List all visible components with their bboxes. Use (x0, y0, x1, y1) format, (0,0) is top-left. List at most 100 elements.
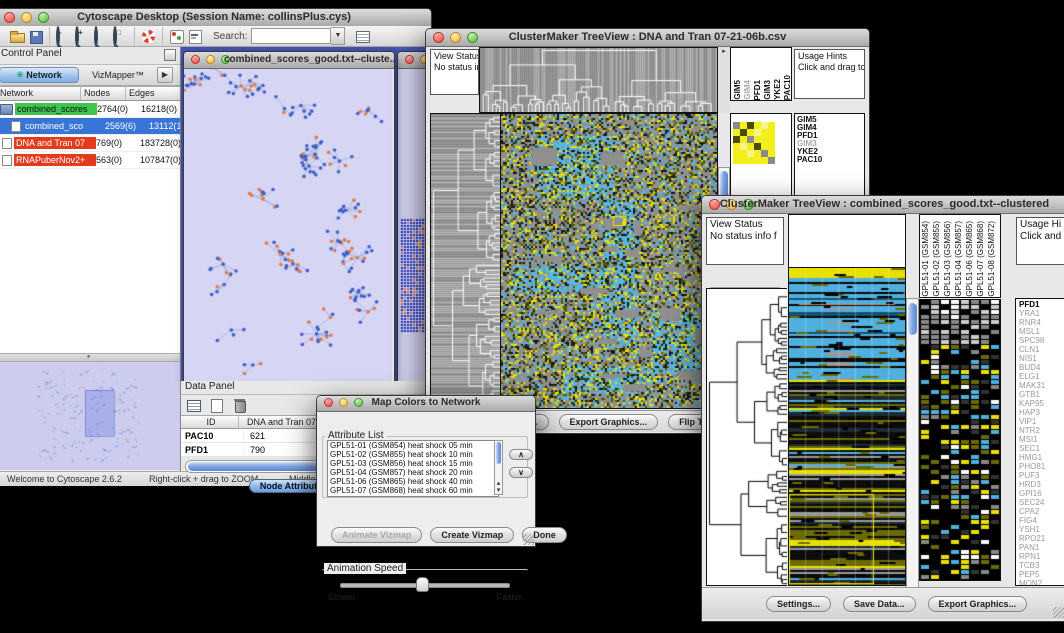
mini-heatmap-cell[interactable] (733, 136, 740, 143)
gene-label[interactable]: VIP1 (1019, 417, 1064, 426)
col-edges[interactable]: Edges (126, 87, 180, 100)
main-titlebar[interactable]: Cytoscape Desktop (Session Name: collins… (0, 9, 431, 27)
mini-heatmap-cell[interactable] (747, 157, 754, 164)
gene-label[interactable]: MSI1 (1019, 435, 1064, 444)
mini-heatmap-cell[interactable] (733, 129, 740, 136)
column-label[interactable]: GIM4 (743, 80, 753, 100)
mini-heatmap-cell[interactable] (740, 143, 747, 150)
attribute-list-item[interactable]: GPL51-02 (GSM855) heat shock 10 min (330, 450, 498, 459)
tab-vizmapper[interactable]: VizMapper™ (81, 68, 155, 82)
attribute-list[interactable]: GPL51-01 (GSM854) heat shock 05 minGPL51… (327, 440, 499, 497)
gene-label[interactable]: ELG1 (1019, 372, 1064, 381)
gene-label[interactable]: PUF3 (1019, 471, 1064, 480)
mini-heatmap-cell[interactable] (754, 122, 761, 129)
gene-label[interactable]: TCB3 (1019, 561, 1064, 570)
gene-label[interactable]: HAP3 (1019, 408, 1064, 417)
mini-heatmap-cell[interactable] (761, 129, 768, 136)
mini-heatmap-cell[interactable] (740, 122, 747, 129)
gene-label[interactable]: SEC24 (1019, 498, 1064, 507)
mini-heatmap-cell[interactable] (733, 143, 740, 150)
tv1-mini-heatmap[interactable] (733, 122, 775, 164)
search-input[interactable] (251, 28, 331, 44)
tv2-footer-button[interactable]: Save Data... (843, 596, 916, 612)
resize-grip[interactable] (523, 534, 534, 545)
gene-label[interactable]: YRA1 (1019, 309, 1064, 318)
mini-heatmap-cell[interactable] (754, 157, 761, 164)
gene-label[interactable]: BUD4 (1019, 363, 1064, 372)
mini-heatmap-cell[interactable] (740, 157, 747, 164)
column-label[interactable]: GPL51-03 (GSM856) (943, 221, 954, 297)
gene-label[interactable]: PAN1 (1019, 543, 1064, 552)
gene-label[interactable]: HMG1 (1019, 453, 1064, 462)
attribute-list-item[interactable]: GPL51-07 (GSM868) heat shock 60 min (330, 486, 498, 495)
attribute-list-item[interactable]: GPL51-01 (GSM854) heat shock 05 min (330, 441, 498, 450)
mini-heatmap-cell[interactable] (733, 150, 740, 157)
mini-heatmap-cell[interactable] (733, 157, 740, 164)
column-label[interactable]: GIM3 (763, 80, 773, 100)
gene-label[interactable]: GPI16 (1019, 489, 1064, 498)
column-label[interactable]: GPL51-06 (GSM865) (965, 221, 976, 297)
annotation-icon[interactable] (186, 27, 205, 46)
network-table-row[interactable]: combined_sco 2569(6) 13112(15) (0, 118, 180, 135)
tv1-footer-button[interactable]: Export Graphics... (559, 414, 659, 430)
tab-overflow-arrow[interactable]: ▶ (157, 67, 173, 83)
tv2-heatmap[interactable] (788, 267, 906, 586)
dialog-button[interactable]: Animate Vizmap (331, 527, 422, 543)
network-table-row[interactable]: combined_scores 2764(0) 16218(0) (0, 101, 180, 118)
mini-heatmap-cell[interactable] (754, 136, 761, 143)
mini-heatmap-cell[interactable] (747, 136, 754, 143)
mini-heatmap-cell[interactable] (768, 157, 775, 164)
scroll-arrows-icon[interactable]: ▴▾ (495, 480, 502, 494)
gene-label[interactable]: NIS1 (1019, 354, 1064, 363)
column-label[interactable]: GPL51-02 (GSM855) (932, 221, 943, 297)
gene-label[interactable]: PEP5 (1019, 570, 1064, 579)
new-attribute-icon[interactable] (208, 397, 227, 414)
gene-label[interactable]: KAP95 (1019, 399, 1064, 408)
mini-heatmap-cell[interactable] (761, 150, 768, 157)
zoom-selected-icon[interactable] (92, 27, 111, 46)
column-label[interactable]: GIM5 (733, 80, 743, 100)
dialog-button[interactable]: Create Vizmap (430, 527, 514, 543)
column-label[interactable]: GPL51-04 (GSM857) (954, 221, 965, 297)
tv2-row-dendrogram[interactable] (706, 288, 787, 586)
vizmapper-shortcut-icon[interactable] (167, 27, 186, 46)
column-label[interactable]: GPL51-01 (GSM854) (921, 221, 932, 297)
gene-label[interactable]: MAK31 (1019, 381, 1064, 390)
panel-splitter[interactable]: ● (0, 353, 180, 362)
float-panel-icon[interactable] (164, 49, 176, 61)
tv2-vscrollbar[interactable]: ▴▾ (906, 298, 919, 617)
mini-heatmap-cell[interactable] (747, 150, 754, 157)
mini-heatmap-cell[interactable] (747, 143, 754, 150)
mini-heatmap-cell[interactable] (768, 143, 775, 150)
close-button[interactable] (405, 55, 414, 64)
column-label[interactable]: YKE2 (773, 79, 783, 100)
column-label[interactable]: PFD1 (753, 80, 763, 100)
network-canvas[interactable] (184, 69, 392, 382)
gene-label[interactable]: PHO81 (1019, 462, 1064, 471)
open-icon[interactable] (7, 27, 26, 46)
mini-heatmap-cell[interactable] (761, 157, 768, 164)
column-label[interactable]: GPL51-08 (GSM872) (987, 221, 998, 297)
mini-heatmap-cell[interactable] (761, 136, 768, 143)
select-attributes-icon[interactable] (185, 397, 204, 414)
mini-heatmap-cell[interactable] (761, 122, 768, 129)
attribute-list-item[interactable]: GPL51-04 (GSM857) heat shock 20 min (330, 468, 498, 477)
mini-heatmap-cell[interactable] (740, 129, 747, 136)
col-nodes[interactable]: Nodes (81, 87, 126, 100)
network-table-row[interactable]: RNAPuberNov2+ 563(0) 107847(0) (0, 152, 180, 169)
save-icon[interactable] (26, 27, 45, 46)
zoom-in-icon[interactable]: + (73, 27, 92, 46)
gene-label[interactable]: MSL1 (1019, 327, 1064, 336)
mini-heatmap-cell[interactable] (768, 136, 775, 143)
search-dropdown-arrow[interactable]: ▼ (331, 27, 345, 45)
gene-label[interactable]: RPO21 (1019, 534, 1064, 543)
tv2-zoom-view[interactable] (919, 299, 1001, 581)
mini-heatmap-cell[interactable] (768, 150, 775, 157)
mini-heatmap-cell[interactable] (747, 122, 754, 129)
col-network[interactable]: Network (0, 87, 81, 100)
attribute-list-scrollbar[interactable]: ▴▾ (494, 440, 503, 495)
delete-attribute-icon[interactable] (231, 397, 250, 414)
tv2-footer-button[interactable]: Export Graphics... (928, 596, 1028, 612)
gene-label[interactable]: FIG4 (1019, 516, 1064, 525)
data-col-id[interactable]: ID (181, 416, 239, 429)
